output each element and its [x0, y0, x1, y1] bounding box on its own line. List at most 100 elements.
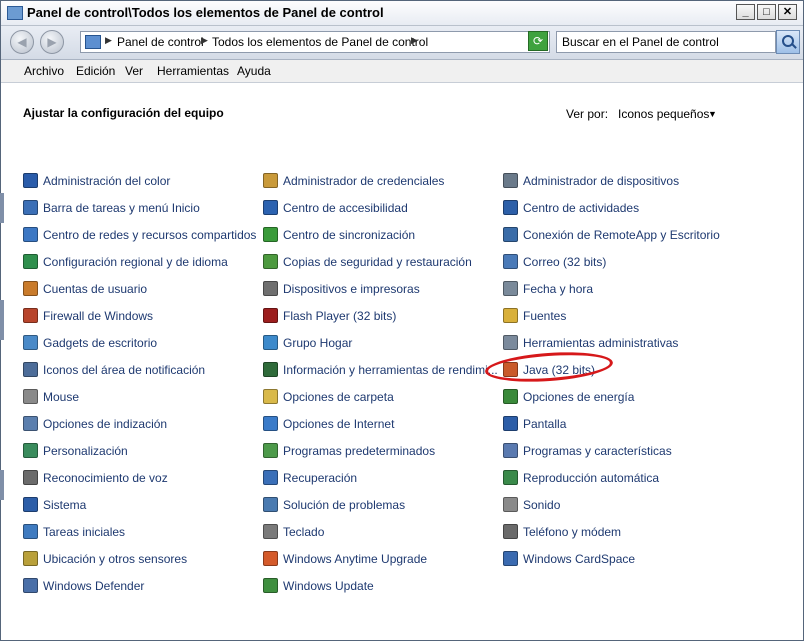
menu-ayuda[interactable]: Ayuda	[237, 64, 271, 78]
item-label: Administración del color	[43, 174, 171, 188]
item-label: Gadgets de escritorio	[43, 336, 158, 350]
item-label: Configuración regional y de idioma	[43, 255, 228, 269]
item-label: Barra de tareas y menú Inicio	[43, 201, 200, 215]
menu-archivo[interactable]: Archivo	[24, 64, 64, 78]
item-label: Centro de actividades	[523, 201, 640, 215]
view-by-label: Ver por:	[566, 107, 609, 121]
item-label: Teclado	[283, 525, 325, 539]
sensor-icon	[23, 551, 38, 566]
recovery-icon	[263, 470, 278, 485]
item-label: Pantalla	[523, 417, 567, 431]
item-label: Correo (32 bits)	[523, 255, 607, 269]
search-icon	[23, 416, 38, 431]
autoplay-icon	[503, 470, 518, 485]
item-label: Tareas iniciales	[43, 525, 126, 539]
item-label: Fecha y hora	[523, 282, 594, 296]
control-panel-icon	[85, 35, 101, 49]
desktop-edge	[0, 193, 4, 223]
mail-icon	[503, 254, 518, 269]
item-label: Flash Player (32 bits)	[283, 309, 397, 323]
admin-tools-icon	[503, 335, 518, 350]
globe-icon	[23, 254, 38, 269]
programs-icon	[503, 443, 518, 458]
item-label: Información y herramientas de rendimi...	[283, 363, 498, 377]
windows-icon	[263, 551, 278, 566]
speaker-icon	[503, 497, 518, 512]
item-label: Windows Defender	[43, 579, 145, 593]
highlight-circle	[484, 348, 614, 386]
item-label: Conexión de RemoteApp y Escritorio	[523, 228, 720, 242]
maximize-button[interactable]: □	[757, 4, 776, 20]
power-icon	[503, 389, 518, 404]
desktop-edge	[0, 470, 4, 500]
personalization-icon	[23, 443, 38, 458]
item-label: Reproducción automática	[523, 471, 660, 485]
chevron-right-icon[interactable]: ▶	[411, 35, 418, 46]
item-label: Grupo Hogar	[283, 336, 353, 350]
menu-edicion[interactable]: Edición	[76, 64, 115, 78]
navigation-bar: ◀ ▶ ▶ Panel de control ▶ Todos los eleme…	[1, 26, 803, 60]
breadcrumb-control-panel[interactable]: Panel de control	[117, 35, 204, 49]
credentials-icon	[263, 173, 278, 188]
performance-icon	[263, 362, 278, 377]
flash-icon	[263, 308, 278, 323]
address-bar[interactable]: ▶ Panel de control ▶ Todos los elementos…	[80, 31, 550, 53]
content-area: Ajustar la configuración del equipo Ver …	[1, 83, 803, 640]
system-icon	[23, 497, 38, 512]
item-label: Windows Update	[283, 579, 374, 593]
chevron-right-icon[interactable]: ▶	[201, 35, 208, 46]
firewall-icon	[23, 308, 38, 323]
refresh-icon: ⟳	[532, 34, 544, 48]
item-label: Opciones de energía	[523, 390, 635, 404]
search-icon[interactable]	[776, 30, 800, 54]
breadcrumb-all-items[interactable]: Todos los elementos de Panel de control	[212, 35, 428, 49]
window-title: Panel de control\Todos los elementos de …	[27, 5, 384, 20]
item-label: Dispositivos e impresoras	[283, 282, 420, 296]
keyboard-icon	[263, 524, 278, 539]
menu-bar: Archivo Edición Ver Herramientas Ayuda	[1, 60, 803, 83]
item-label: Ubicación y otros sensores	[43, 552, 188, 566]
close-button[interactable]: ✕	[778, 4, 797, 20]
view-by-dropdown[interactable]: Iconos pequeños	[618, 107, 709, 121]
item-label: Opciones de carpeta	[283, 390, 394, 404]
item-label: Recuperación	[283, 471, 358, 485]
internet-icon	[263, 416, 278, 431]
item-label: Herramientas administrativas	[523, 336, 679, 350]
refresh-button[interactable]: ⟳	[528, 31, 548, 51]
gadgets-icon	[23, 335, 38, 350]
back-button[interactable]: ◀	[10, 30, 34, 54]
control-panel-icon	[7, 6, 23, 20]
item-label: Opciones de indización	[43, 417, 168, 431]
clock-icon	[503, 281, 518, 296]
minimize-button[interactable]: _	[736, 4, 755, 20]
window-controls: _ □ ✕	[736, 4, 797, 20]
back-arrow-icon: ◀	[17, 35, 27, 49]
notification-icon	[23, 362, 38, 377]
item-label: Windows Anytime Upgrade	[283, 552, 428, 566]
desktop-edge	[0, 300, 4, 340]
item-label: Centro de sincronización	[283, 228, 416, 242]
item-label: Iconos del área de notificación	[43, 363, 206, 377]
item-label: Copias de seguridad y restauración	[283, 255, 472, 269]
menu-ver[interactable]: Ver	[125, 64, 143, 78]
device-manager-icon	[503, 173, 518, 188]
menu-herramientas[interactable]: Herramientas	[157, 64, 229, 78]
troubleshoot-icon	[263, 497, 278, 512]
chevron-right-icon[interactable]: ▶	[105, 35, 112, 46]
item-label: Sistema	[43, 498, 87, 512]
page-title: Ajustar la configuración del equipo	[23, 106, 224, 120]
chevron-down-icon[interactable]: ▼	[708, 109, 717, 119]
search-input[interactable]: Buscar en el Panel de control	[556, 31, 776, 53]
users-icon	[23, 281, 38, 296]
forward-button[interactable]: ▶	[40, 30, 64, 54]
monitor-icon	[23, 173, 38, 188]
title-bar[interactable]: Panel de control\Todos los elementos de …	[1, 1, 803, 26]
defender-icon	[23, 578, 38, 593]
mouse-icon	[23, 389, 38, 404]
accessibility-icon	[263, 200, 278, 215]
display-icon	[503, 416, 518, 431]
fonts-icon	[503, 308, 518, 323]
sync-icon	[263, 227, 278, 242]
item-label: Mouse	[43, 390, 80, 404]
update-icon	[263, 578, 278, 593]
